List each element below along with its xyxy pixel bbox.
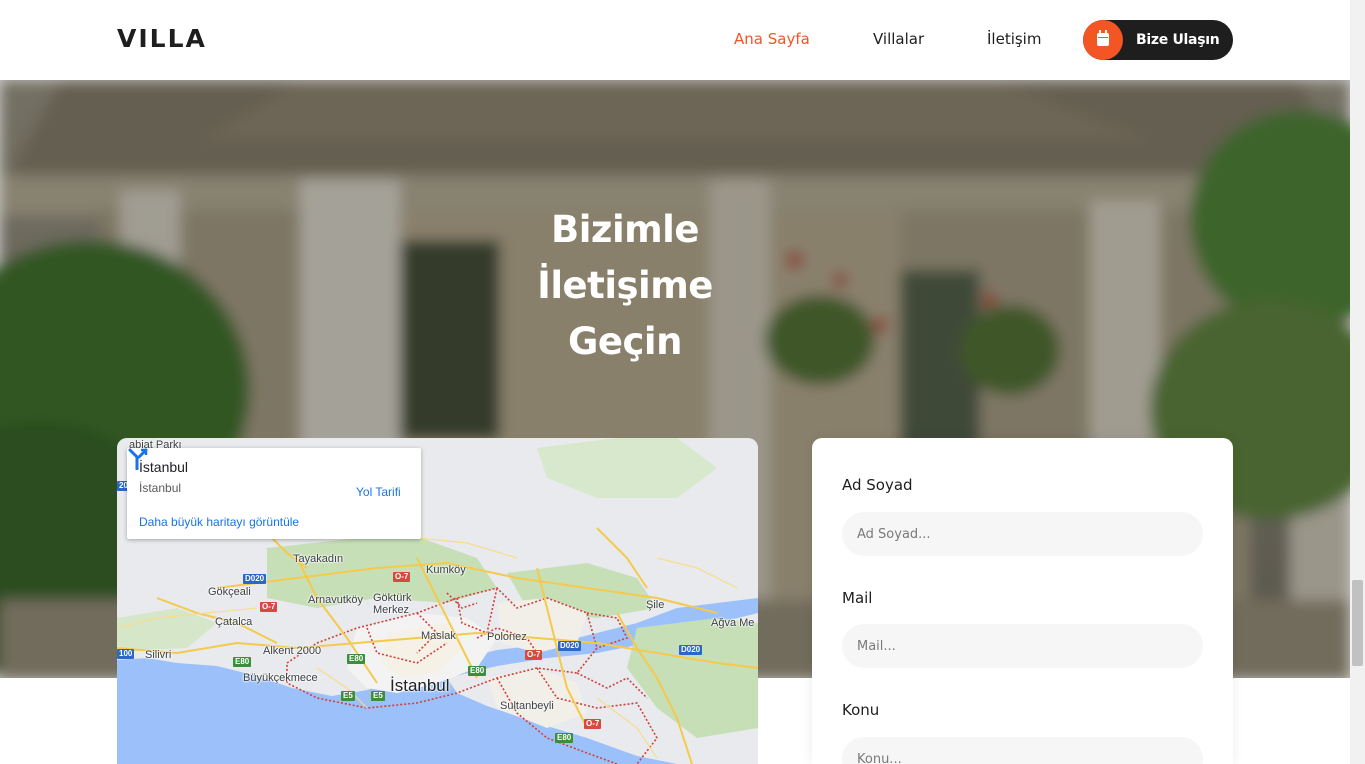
road-shield-o7: O-7 [393,572,411,582]
road-shield-o7: O-7 [525,650,543,660]
road-shield-o7: O-7 [260,602,278,612]
mail-label: Mail [842,589,873,607]
subject-label: Konu [842,701,880,719]
name-label: Ad Soyad [842,476,913,494]
site-logo[interactable]: VILLA [117,24,207,53]
map-label-silivri: Silivri [145,649,172,661]
nav-villas[interactable]: Villalar [873,30,924,48]
road-shield-o7: O-7 [584,719,602,729]
nav-home[interactable]: Ana Sayfa [734,30,810,48]
map-label-sile: Şile [646,599,665,611]
map-label-istanbul: İstanbul [390,676,450,695]
mail-input[interactable] [842,624,1203,668]
road-shield-d020: D020 [243,574,267,584]
map-label-maslak: Maslak [421,630,456,642]
road-shield-e80: E80 [555,733,574,743]
place-address: İstanbul [139,481,182,495]
road-shield-e80: E80 [233,657,252,667]
calendar-icon [1097,30,1109,46]
subject-input[interactable] [842,737,1203,764]
hero-title-line-1: Bizimle [551,208,699,251]
map-label-agva: Ağva Me [711,617,755,629]
road-shield-e80: E80 [468,666,487,676]
map-label-arnavutkoy: Arnavutköy [308,594,364,606]
map-label-sultanbeyli: Sultanbeyli [500,700,554,712]
map-label-tayakadin: Tayakadın [293,553,344,565]
cta-icon-circle [1083,20,1123,60]
hero-title: Bizimle İletişime Geçin [500,202,750,370]
map-label-gokceali: Gökçeali [208,586,251,598]
road-shield-d020: D020 [679,645,703,655]
hero-title-line-2: İletişime [537,264,713,307]
scrollbar-thumb[interactable] [1352,580,1363,666]
map-label-kumkoy: Kumköy [426,564,466,576]
hero-title-line-3: Geçin [568,320,682,363]
road-shield-d020: D020 [558,641,582,651]
page-scrollbar[interactable] [1350,0,1365,764]
contact-us-label: Bize Ulaşın [1136,32,1220,48]
site-header: VILLA Ana Sayfa Villalar İletişim Bize U… [0,0,1350,80]
map-label-gokturk: Göktürk [373,592,412,604]
contact-us-button[interactable]: Bize Ulaşın [1083,20,1233,60]
map-label-polonez: Polonez [487,631,527,643]
contact-form: Ad Soyad Mail Konu [812,438,1233,764]
road-shield-e5: E5 [371,691,385,701]
map-label-buyukcekmece: Büyükçekmece [243,672,318,684]
map-label-merkez: Merkez [373,604,410,616]
google-map-embed[interactable]: abiat Parkı Tayakadın Kumköy Gökçeali Ar… [117,438,758,764]
road-shield-100: 100 [117,649,135,659]
map-label-catalca: Çatalca [215,616,253,628]
directions-icon[interactable] [127,448,149,470]
nav-contact[interactable]: İletişim [987,30,1041,48]
directions-link[interactable]: Yol Tarifi [356,485,401,499]
road-shield-e5: E5 [341,691,355,701]
map-place-card: İstanbul İstanbul Yol Tarifi Daha büyük … [127,448,421,539]
road-shield-e80: E80 [347,654,366,664]
map-label-alkent: Alkent 2000 [263,645,322,657]
view-larger-map-link[interactable]: Daha büyük haritayı görüntüle [139,515,299,529]
name-input[interactable] [842,512,1203,556]
